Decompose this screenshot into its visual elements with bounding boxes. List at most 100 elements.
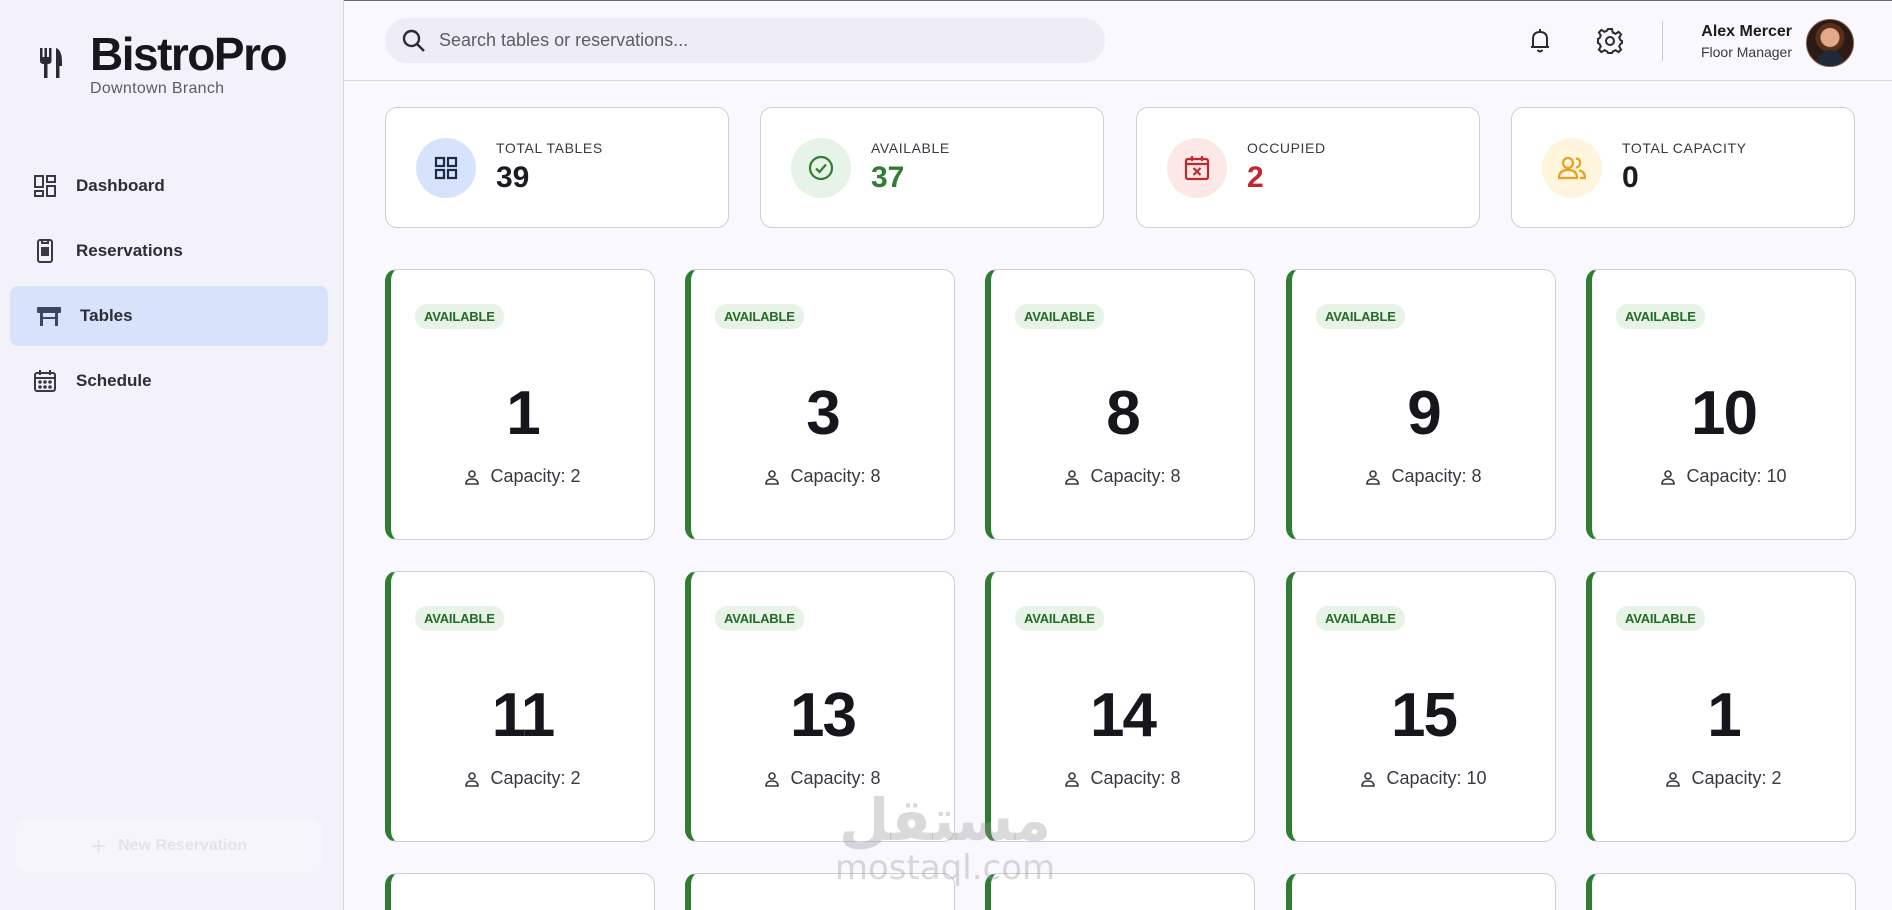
table-card[interactable]	[985, 873, 1255, 910]
table-number: 15	[1391, 681, 1458, 750]
stat-value: 2	[1247, 161, 1264, 194]
user-role: Floor Manager	[1700, 44, 1792, 60]
new-reservation-label: New Reservation	[118, 837, 248, 854]
status-badge: AVAILABLE	[415, 304, 504, 329]
table-number: 10	[1691, 379, 1758, 448]
stat-value: 37	[871, 161, 905, 194]
user-info[interactable]: Alex Mercer Floor Manager	[1701, 23, 1792, 60]
stat-label: AVAILABLE	[871, 140, 950, 156]
sidebar-item-tables[interactable]: Tables	[10, 286, 328, 346]
avatar[interactable]	[1806, 19, 1854, 67]
sidebar-item-reservations[interactable]: Reservations	[10, 221, 328, 281]
table-number: 8	[1106, 379, 1140, 448]
table-capacity: Capacity: 10	[1292, 768, 1555, 789]
status-badge: AVAILABLE	[1316, 606, 1405, 631]
person-icon	[1661, 469, 1676, 485]
capacity-label: Capacity: 2	[1691, 768, 1782, 788]
table-card[interactable]: AVAILABLE 9 Capacity: 8	[1286, 269, 1556, 540]
status-badge: AVAILABLE	[1616, 304, 1705, 329]
sidebar: BistroPro Downtown Branch Dashboard Rese…	[0, 0, 344, 910]
brand[interactable]: BistroPro Downtown Branch	[36, 28, 288, 98]
top-bar: Alex Mercer Floor Manager	[344, 0, 1892, 81]
stat-label: TOTAL TABLES	[496, 140, 603, 156]
status-badge: AVAILABLE	[415, 606, 504, 631]
status-badge: AVAILABLE	[1316, 304, 1405, 329]
person-icon	[765, 469, 780, 485]
reservations-icon	[32, 238, 58, 264]
table-card[interactable]: AVAILABLE 10 Capacity: 10	[1586, 269, 1856, 540]
calendar-icon	[32, 368, 58, 394]
table-card[interactable]	[1286, 873, 1556, 910]
user-name: Alex Mercer	[1701, 23, 1792, 40]
bell-icon[interactable]	[1526, 27, 1554, 55]
capacity-label: Capacity: 8	[790, 466, 881, 486]
person-icon	[1065, 771, 1080, 787]
table-capacity: Capacity: 8	[691, 768, 954, 789]
stat-card-total-tables: TOTAL TABLES 39	[385, 107, 729, 228]
status-badge: AVAILABLE	[1015, 304, 1104, 329]
sidebar-nav: Dashboard Reservations Tables Schedule	[10, 156, 328, 416]
table-number: 1	[1707, 681, 1741, 750]
stat-label: OCCUPIED	[1247, 140, 1326, 156]
table-card[interactable]: AVAILABLE 11 Capacity: 2	[385, 571, 655, 842]
person-icon	[765, 771, 780, 787]
table-card[interactable]: AVAILABLE 15 Capacity: 10	[1286, 571, 1556, 842]
table-capacity: Capacity: 8	[991, 466, 1254, 487]
gear-icon[interactable]	[1596, 27, 1624, 55]
table-number: 9	[1407, 379, 1441, 448]
new-reservation-button[interactable]: + New Reservation	[16, 819, 322, 873]
table-icon	[36, 303, 62, 329]
person-icon	[1361, 771, 1376, 787]
sidebar-item-label: Tables	[80, 306, 133, 325]
capacity-label: Capacity: 8	[1391, 466, 1482, 486]
app-name: BistroPro	[90, 28, 288, 80]
table-capacity: Capacity: 8	[691, 466, 954, 487]
table-number: 11	[491, 681, 556, 750]
table-capacity: Capacity: 2	[1592, 768, 1855, 789]
stat-card-available: AVAILABLE 37	[760, 107, 1104, 228]
grid-icon	[416, 138, 476, 198]
check-circle-icon	[791, 138, 851, 198]
capacity-label: Capacity: 8	[1090, 466, 1181, 486]
search-bar[interactable]	[385, 18, 1105, 63]
capacity-label: Capacity: 2	[490, 466, 581, 486]
table-card[interactable]: AVAILABLE 1 Capacity: 2	[385, 269, 655, 540]
sidebar-item-schedule[interactable]: Schedule	[10, 351, 328, 411]
status-badge: AVAILABLE	[715, 606, 804, 631]
table-capacity: Capacity: 10	[1592, 466, 1855, 487]
table-card[interactable]: AVAILABLE 1 Capacity: 2	[1586, 571, 1856, 842]
plus-icon: +	[90, 830, 107, 861]
status-badge: AVAILABLE	[715, 304, 804, 329]
table-number: 13	[790, 681, 857, 750]
status-badge: AVAILABLE	[1015, 606, 1104, 631]
person-icon	[465, 771, 480, 787]
sidebar-item-dashboard[interactable]: Dashboard	[10, 156, 328, 216]
table-capacity: Capacity: 8	[1292, 466, 1555, 487]
person-icon	[1666, 771, 1681, 787]
stat-card-total-capacity: TOTAL CAPACITY 0	[1511, 107, 1855, 228]
sidebar-item-label: Dashboard	[76, 176, 165, 195]
person-icon	[465, 469, 480, 485]
table-card[interactable]: AVAILABLE 3 Capacity: 8	[685, 269, 955, 540]
stat-card-occupied: OCCUPIED 2	[1136, 107, 1480, 228]
table-card[interactable]: AVAILABLE 14 Capacity: 8	[985, 571, 1255, 842]
sidebar-item-label: Schedule	[76, 371, 152, 390]
search-icon	[402, 29, 425, 52]
table-card[interactable]: AVAILABLE 13 Capacity: 8	[685, 571, 955, 842]
table-card[interactable]: AVAILABLE 8 Capacity: 8	[985, 269, 1255, 540]
table-number: 3	[806, 379, 840, 448]
capacity-label: Capacity: 8	[790, 768, 881, 788]
group-icon	[1542, 138, 1602, 198]
capacity-label: Capacity: 10	[1386, 768, 1487, 788]
person-icon	[1065, 469, 1080, 485]
capacity-label: Capacity: 10	[1686, 466, 1787, 486]
header-divider	[1662, 21, 1663, 61]
table-capacity: Capacity: 2	[391, 768, 654, 789]
table-card[interactable]	[1586, 873, 1856, 910]
sidebar-item-label: Reservations	[76, 241, 183, 260]
search-input[interactable]	[437, 29, 1081, 52]
table-card[interactable]	[385, 873, 655, 910]
table-card[interactable]	[685, 873, 955, 910]
branch-name: Downtown Branch	[90, 80, 225, 97]
table-capacity: Capacity: 2	[391, 466, 654, 487]
